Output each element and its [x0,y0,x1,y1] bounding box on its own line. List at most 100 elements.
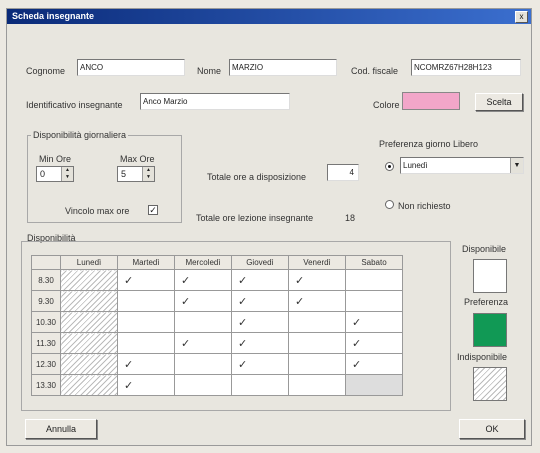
unavailable-cell[interactable] [60,353,118,375]
unavailable-cell[interactable] [60,374,118,396]
spinner-arrows-icon[interactable]: ▲ ▼ [142,167,154,181]
available-check-cell[interactable]: ✓ [174,332,232,354]
grid-header-row: Lunedì Martedì Mercoledì Giovedì Venerdì Saba… [31,255,403,270]
empty-cell[interactable] [288,332,346,354]
day-header: Sabato [345,255,403,270]
time-slot-label: 9.30 [31,290,61,312]
day-header: Martedì [117,255,175,270]
available-check-cell[interactable]: ✓ [231,269,289,291]
empty-cell[interactable] [174,353,232,375]
available-check-cell[interactable]: ✓ [288,290,346,312]
available-check-cell[interactable]: ✓ [345,311,403,333]
available-check-cell[interactable]: ✓ [117,269,175,291]
preferenza-selected: Lunedì [403,161,428,170]
table-row: 11.30 ✓ ✓ ✓ [31,332,403,354]
annulla-button[interactable]: Annulla [25,419,97,439]
ore-disposizione-input[interactable]: 4 [327,164,359,181]
unavailable-cell[interactable] [60,290,118,312]
unavailable-cell[interactable] [60,332,118,354]
time-slot-label: 12.30 [31,353,61,375]
time-slot-label: 8.30 [31,269,61,291]
ore-lezione-label: Totale ore lezione insegnante [196,213,314,223]
scelta-button[interactable]: Scelta [475,93,523,111]
legend-indisponibile-label: Indisponibile [457,352,508,362]
legend-preferenza-swatch[interactable] [473,313,507,347]
title-bar: Scheda insegnante x [7,9,531,24]
nome-input[interactable]: MARZIO [229,59,337,76]
color-swatch[interactable] [402,92,460,110]
identificativo-input[interactable]: Anco Marzio [140,93,290,110]
max-ore-label: Max Ore [120,154,155,164]
empty-cell[interactable] [288,311,346,333]
nome-label: Nome [197,66,222,76]
empty-cell[interactable] [174,374,232,396]
availability-grid: Lunedì Martedì Mercoledì Giovedì Venerdì Saba… [31,255,403,396]
empty-cell[interactable] [117,311,175,333]
chevron-down-icon[interactable]: ▼ [510,158,523,173]
time-slot-label: 11.30 [31,332,61,354]
day-header: Venerdì [288,255,346,270]
non-richiesto-radio[interactable] [385,200,394,209]
available-check-cell[interactable]: ✓ [288,269,346,291]
disabled-cell[interactable] [345,374,403,396]
min-ore-spinner[interactable]: 0 ▲ ▼ [36,166,74,182]
table-row: 12.30 ✓ ✓ ✓ [31,353,403,375]
spinner-arrows-icon[interactable]: ▲ ▼ [61,167,73,181]
table-row: 9.30 ✓ ✓ ✓ [31,290,403,312]
empty-cell[interactable] [117,290,175,312]
ore-lezione-value: 18 [345,213,356,223]
unavailable-cell[interactable] [60,311,118,333]
ok-button[interactable]: OK [459,419,525,439]
max-ore-spinner[interactable]: 5 ▲ ▼ [117,166,155,182]
vincolo-label: Vincolo max ore [65,206,130,216]
available-check-cell[interactable]: ✓ [174,269,232,291]
teacher-dialog: Scheda insegnante x Cognome ANCO Nome MA… [6,8,532,446]
codfiscale-input[interactable]: NCOMRZ67H28H123 [411,59,521,76]
ore-disposizione-label: Totale ore a disposizione [207,172,307,182]
close-icon[interactable]: x [515,11,528,23]
empty-cell[interactable] [231,374,289,396]
table-row: 8.30 ✓ ✓ ✓ ✓ [31,269,403,291]
window-title: Scheda insegnante [12,11,95,21]
preferenza-radio-day[interactable] [385,162,394,171]
table-row: 10.30 ✓ ✓ [31,311,403,333]
empty-cell[interactable] [288,374,346,396]
grid-corner-header [31,255,61,270]
time-slot-label: 10.30 [31,311,61,333]
min-ore-value: 0 [40,169,46,179]
available-check-cell[interactable]: ✓ [231,290,289,312]
available-check-cell[interactable]: ✓ [174,290,232,312]
colore-label: Colore [373,100,400,110]
day-header: Mercoledì [174,255,232,270]
legend-indisponibile-swatch[interactable] [473,367,507,401]
cognome-input[interactable]: ANCO [77,59,185,76]
identificativo-label: Identificativo insegnante [26,100,123,110]
min-ore-label: Min Ore [39,154,72,164]
available-check-cell[interactable]: ✓ [231,353,289,375]
preferenza-day-select[interactable]: Lunedì ▼ [400,157,524,174]
day-header: Lunedì [60,255,118,270]
cognome-label: Cognome [26,66,66,76]
available-check-cell[interactable]: ✓ [231,332,289,354]
available-check-cell[interactable]: ✓ [117,353,175,375]
table-row: 13.30 ✓ [31,374,403,396]
day-header: Giovedì [231,255,289,270]
empty-cell[interactable] [174,311,232,333]
available-check-cell[interactable]: ✓ [345,332,403,354]
vincolo-checkbox[interactable]: ✓ [148,205,158,215]
time-slot-label: 13.30 [31,374,61,396]
empty-cell[interactable] [345,269,403,291]
codfiscale-label: Cod. fiscale [351,66,399,76]
non-richiesto-label: Non richiesto [398,201,451,211]
available-check-cell[interactable]: ✓ [345,353,403,375]
empty-cell[interactable] [117,332,175,354]
empty-cell[interactable] [345,290,403,312]
preferenza-title: Preferenza giorno Libero [379,139,479,149]
legend-preferenza-label: Preferenza [464,297,509,307]
available-check-cell[interactable]: ✓ [117,374,175,396]
legend-disponibile-swatch[interactable] [473,259,507,293]
empty-cell[interactable] [288,353,346,375]
available-check-cell[interactable]: ✓ [231,311,289,333]
legend-disponibile-label: Disponibile [462,244,507,254]
unavailable-cell[interactable] [60,269,118,291]
